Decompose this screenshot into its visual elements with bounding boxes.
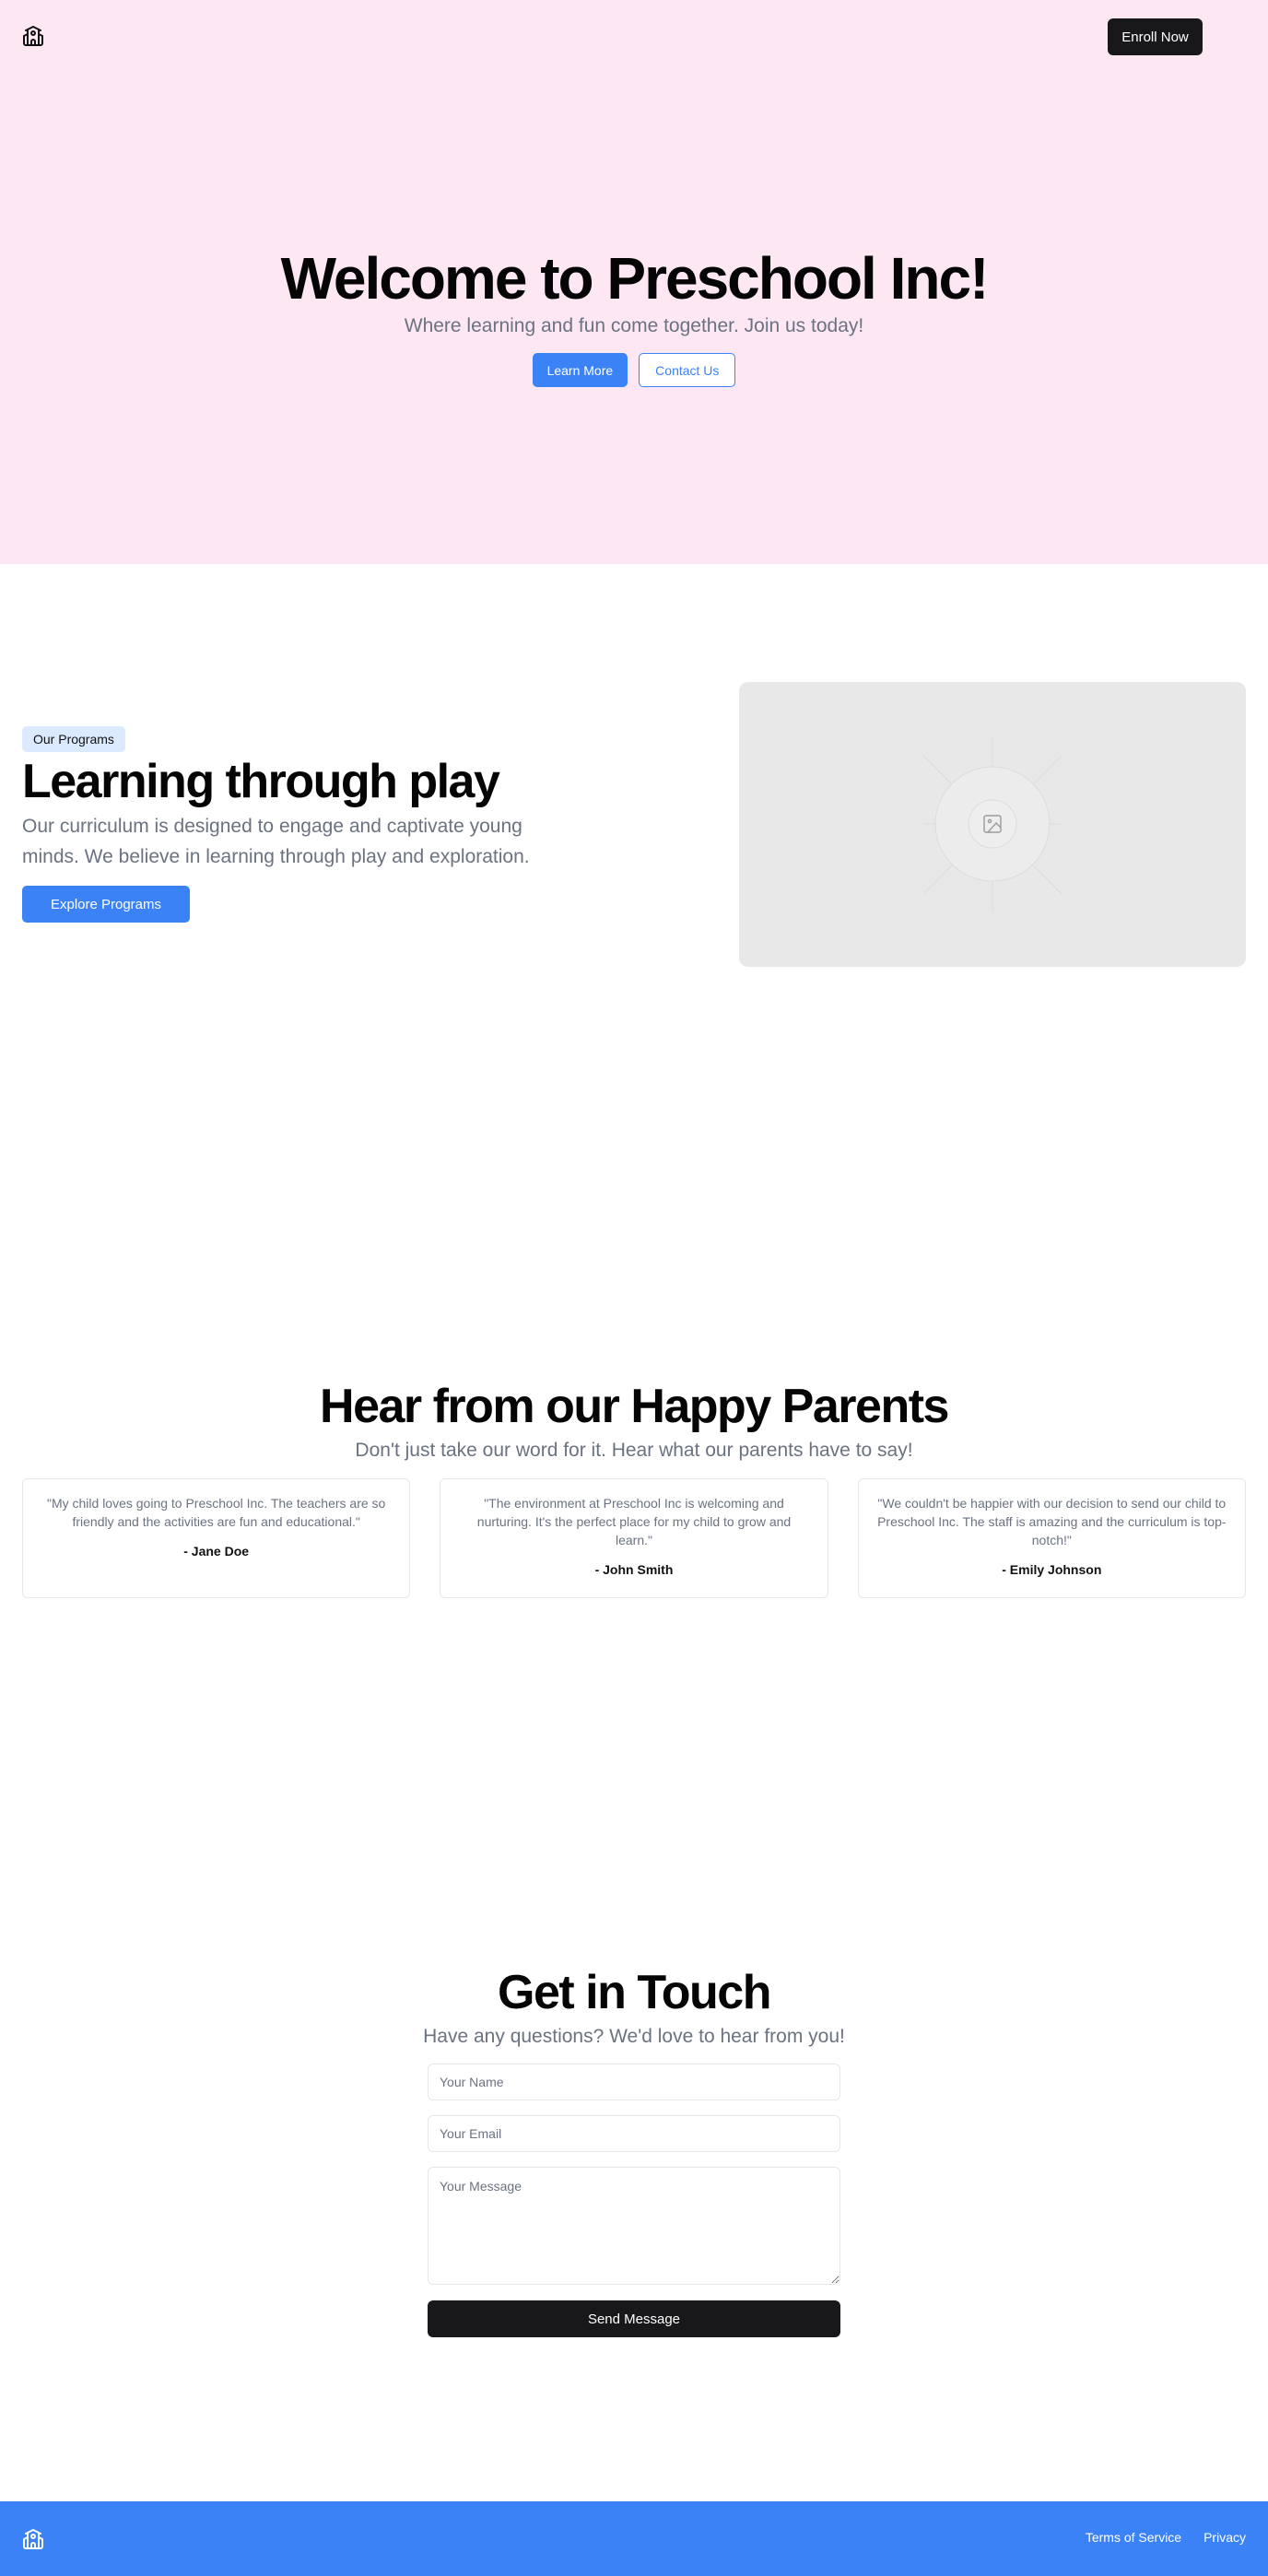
email-input[interactable] <box>428 2115 840 2152</box>
testimonial-card: "My child loves going to Preschool Inc. … <box>22 1478 411 1598</box>
name-input[interactable] <box>428 2064 840 2100</box>
programs-section: Our Programs Learning through play Our c… <box>0 564 1268 1167</box>
hero-actions: Learn More Contact Us <box>0 353 1268 387</box>
contact-title: Get in Touch <box>498 1966 771 2019</box>
image-placeholder-icon <box>922 737 1063 912</box>
programs-title: Learning through play <box>22 755 500 808</box>
school-icon[interactable] <box>22 25 44 47</box>
testimonial-author: - Emily Johnson <box>1002 1562 1102 1577</box>
testimonial-card: "The environment at Preschool Inc is wel… <box>440 1478 828 1598</box>
contact-us-button[interactable]: Contact Us <box>639 353 736 387</box>
programs-badge: Our Programs <box>22 726 125 752</box>
testimonials-subtitle: Don't just take our word for it. Hear wh… <box>355 1440 913 1461</box>
enroll-now-button[interactable]: Enroll Now <box>1108 18 1203 55</box>
testimonial-list: "My child loves going to Preschool Inc. … <box>22 1478 1246 1598</box>
programs-image <box>739 682 1246 967</box>
terms-of-service-link[interactable]: Terms of Service <box>1086 2530 1181 2545</box>
learn-more-button[interactable]: Learn More <box>532 353 628 387</box>
message-textarea[interactable] <box>428 2167 840 2285</box>
footer: Terms of Service Privacy <box>0 2501 1268 2576</box>
contact-section: Get in Touch Have any questions? We'd lo… <box>0 1812 1268 2501</box>
send-message-button[interactable]: Send Message <box>428 2300 840 2337</box>
testimonial-quote: "We couldn't be happier with our decisio… <box>877 1496 1227 1547</box>
testimonials-section: Hear from our Happy Parents Don't just t… <box>0 1167 1268 1812</box>
testimonial-author: - John Smith <box>594 1562 674 1577</box>
privacy-link[interactable]: Privacy <box>1203 2530 1246 2545</box>
hero-section: Enroll Now Welcome to Preschool Inc! Whe… <box>0 0 1268 564</box>
school-icon[interactable] <box>22 2528 44 2550</box>
hero-subtitle: Where learning and fun come together. Jo… <box>404 315 864 336</box>
footer-nav: Terms of Service Privacy <box>1086 2530 1246 2545</box>
testimonial-quote: "My child loves going to Preschool Inc. … <box>46 1496 386 1529</box>
testimonial-card: "We couldn't be happier with our decisio… <box>857 1478 1246 1598</box>
testimonials-title: Hear from our Happy Parents <box>320 1380 949 1433</box>
contact-subtitle: Have any questions? We'd love to hear fr… <box>423 2026 845 2047</box>
programs-description: Our curriculum is designed to engage and… <box>22 816 530 867</box>
testimonial-author: - Jane Doe <box>183 1544 250 1559</box>
hero-title: Welcome to Preschool Inc! <box>280 245 990 312</box>
testimonial-quote: "The environment at Preschool Inc is wel… <box>476 1496 792 1547</box>
explore-programs-button[interactable]: Explore Programs <box>22 886 190 923</box>
